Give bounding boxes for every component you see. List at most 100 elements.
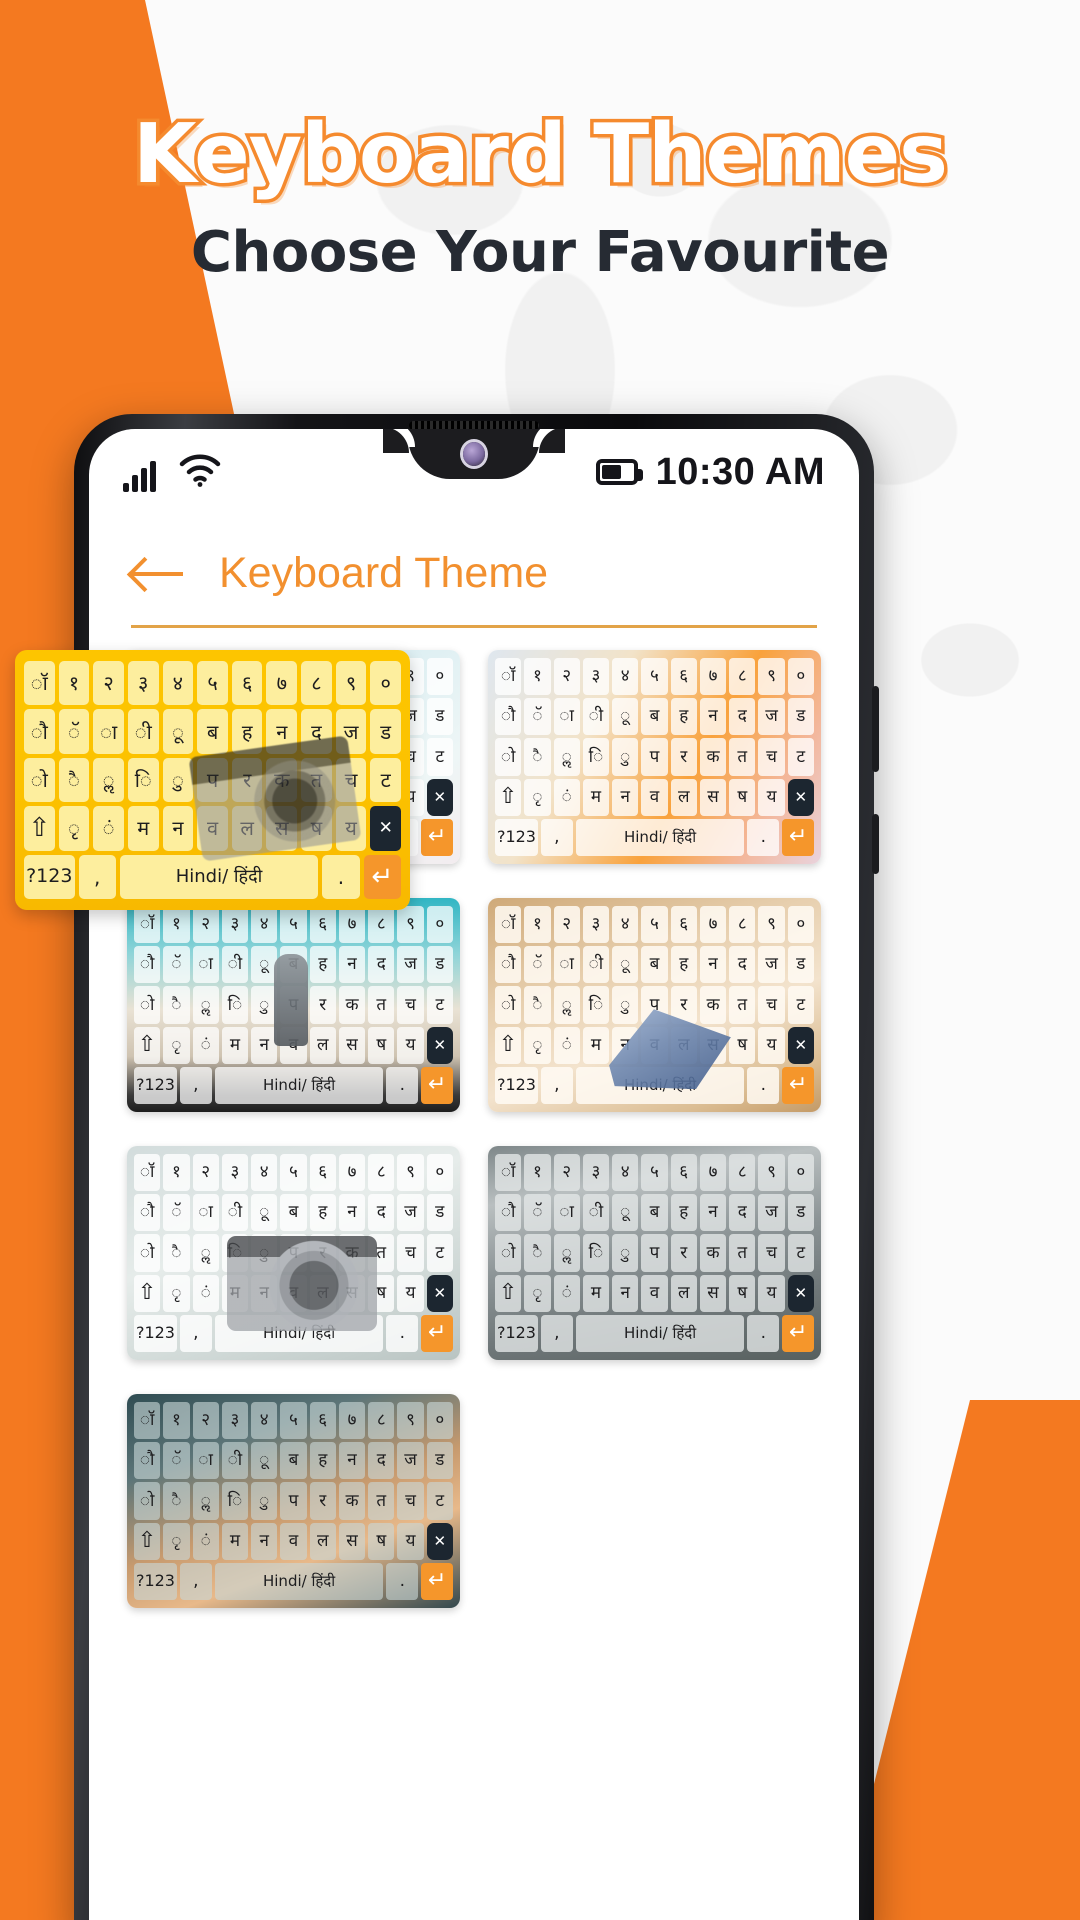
key-ा[interactable]: ा [192,946,219,984]
key-९[interactable]: ९ [758,658,785,696]
key-प[interactable]: प [641,986,668,1024]
key-ल[interactable]: ल [309,1522,336,1560]
key-र[interactable]: र [231,757,263,803]
key-ो[interactable]: ो [134,1482,161,1520]
key-व[interactable]: व [280,1522,307,1560]
key-स[interactable]: स [338,1274,366,1312]
key-ॉ[interactable]: ॉ [134,1154,161,1192]
key-स[interactable]: स [699,1274,727,1312]
period-key[interactable]: . [386,1562,419,1601]
volume-button[interactable] [872,814,879,874]
key-य[interactable]: य [758,1274,785,1312]
key-ब[interactable]: ब [280,946,307,984]
key-ो[interactable]: ो [134,986,161,1024]
key-त[interactable]: त [729,738,756,776]
key-द[interactable]: द [729,698,756,736]
key-०[interactable]: ० [787,906,814,944]
key-५[interactable]: ५ [641,1154,668,1192]
key-ज[interactable]: ज [335,709,367,754]
key-ं[interactable]: ं [192,1522,219,1560]
key-च[interactable]: च [758,738,785,776]
key-ह[interactable]: ह [309,946,336,984]
key-ह[interactable]: ह [309,1194,336,1232]
key-न[interactable]: न [251,1522,278,1560]
key-ौ[interactable]: ौ [495,946,522,984]
key-०[interactable]: ० [426,1154,453,1192]
key-ू[interactable]: ू [162,709,194,754]
key-य[interactable]: य [397,1274,424,1312]
key-र[interactable]: र [670,986,697,1024]
key-र[interactable]: र [309,1482,336,1520]
key-ज[interactable]: ज [758,946,785,984]
space-key-language[interactable]: Hindi/ हिंदी [575,818,745,857]
key-ब[interactable]: ब [280,1194,307,1232]
comma-key[interactable]: , [78,854,116,900]
key-३[interactable]: ३ [221,906,249,944]
key-१[interactable]: १ [58,661,90,706]
key-प[interactable]: प [280,1482,307,1520]
key-ट[interactable]: ट [426,1234,453,1272]
key-म[interactable]: म [582,1026,610,1064]
key-ौ[interactable]: ौ [495,1194,522,1232]
shift-key[interactable]: ⇧ [495,1274,522,1312]
key-ष[interactable]: ष [368,1274,395,1312]
key-३[interactable]: ३ [221,1402,249,1440]
period-key[interactable]: . [747,818,780,857]
key-स[interactable]: स [338,1522,366,1560]
key-३[interactable]: ३ [127,661,159,706]
key-८[interactable]: ८ [368,1154,395,1192]
key-७[interactable]: ७ [338,1402,366,1440]
key-ौ[interactable]: ौ [495,698,522,736]
key-ट[interactable]: ट [426,738,453,776]
key-ट[interactable]: ट [370,757,402,803]
key-ष[interactable]: ष [729,1274,756,1312]
key-ी[interactable]: ी [582,1194,610,1232]
key-१[interactable]: १ [524,906,551,944]
key-व[interactable]: व [280,1274,307,1312]
key-द[interactable]: द [368,946,395,984]
key-६[interactable]: ६ [670,658,697,696]
theme-card-peach-sunrise-theme[interactable]: ॉ १ २ ३ ४ ५ ६ ७ ८ ९ ०ौॅाीू ब ह न द ज डोैॢिु प र क त च ट ⇧ृं म न व ल… [488,650,821,864]
key-ी[interactable]: ी [221,1442,249,1480]
symbols-key[interactable]: ?123 [134,1562,177,1601]
key-न[interactable]: न [251,1274,278,1312]
key-न[interactable]: न [266,709,298,754]
key-ो[interactable]: ो [495,1234,522,1272]
backspace-key[interactable]: ✕ [426,1522,453,1560]
comma-key[interactable]: , [540,1066,573,1105]
key-ी[interactable]: ी [127,709,159,754]
enter-key[interactable]: ↵ [421,1562,453,1601]
shift-key[interactable]: ⇧ [495,778,522,816]
comma-key[interactable]: , [540,818,573,857]
key-८[interactable]: ८ [729,906,756,944]
key-य[interactable]: य [397,1522,424,1560]
key-३[interactable]: ३ [582,906,610,944]
key-ल[interactable]: ल [231,806,263,851]
key-ं[interactable]: ं [93,806,124,851]
comma-key[interactable]: , [179,1314,212,1353]
theme-card-grey-camera-theme[interactable]: ॉ १ २ ३ ४ ५ ६ ७ ८ ९ ०ौॅाीू ब ह न द ज डोैॢिु प र क त च ट ⇧ृं म न व ल… [127,1146,460,1360]
key-त[interactable]: त [301,757,332,803]
key-ब[interactable]: ब [197,709,228,754]
enter-key[interactable]: ↵ [421,1314,453,1353]
key-प[interactable]: प [197,757,228,803]
shift-key[interactable]: ⇧ [134,1522,161,1560]
key-व[interactable]: व [280,1026,307,1064]
key-क[interactable]: क [699,1234,727,1272]
symbols-key[interactable]: ?123 [495,1314,538,1353]
key-च[interactable]: च [397,1482,424,1520]
key-१[interactable]: १ [163,1154,190,1192]
key-४[interactable]: ४ [162,661,194,706]
key-त[interactable]: त [729,1234,756,1272]
key-ॉ[interactable]: ॉ [134,1402,161,1440]
shift-key[interactable]: ⇧ [24,806,55,851]
key-ृ[interactable]: ृ [58,806,90,851]
key-ं[interactable]: ं [553,1274,580,1312]
key-ै[interactable]: ै [58,757,90,803]
key-ो[interactable]: ो [24,757,55,803]
backspace-key[interactable]: ✕ [426,778,453,816]
symbols-key[interactable]: ?123 [495,1066,538,1105]
key-ि[interactable]: ि [582,1234,610,1272]
key-ं[interactable]: ं [553,1026,580,1064]
key-ू[interactable]: ू [251,1442,278,1480]
